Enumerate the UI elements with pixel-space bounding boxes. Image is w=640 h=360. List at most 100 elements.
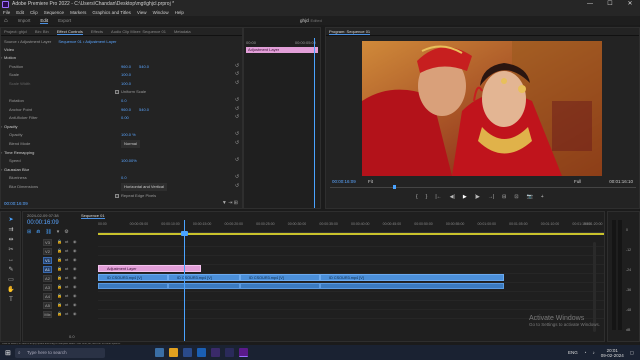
checkbox[interactable] [115, 90, 119, 95]
reset-parameter-icon[interactable]: ↺ [235, 80, 239, 88]
reset-parameter-icon[interactable]: ↺ [235, 140, 239, 148]
audio-clip-1[interactable] [98, 283, 168, 289]
playhead-handle[interactable] [181, 231, 188, 236]
photoshop-icon[interactable] [196, 348, 206, 357]
timeline-playhead[interactable] [184, 220, 185, 341]
selection-tool-icon[interactable]: ➤ [7, 216, 15, 224]
effect-row-uniform-scale[interactable]: Uniform Scale [1, 88, 244, 96]
source-label[interactable]: Source • Adjustment Layer Sequence 01 • … [4, 39, 116, 44]
ripple-edit-tool-icon[interactable]: ⇹ [7, 236, 15, 244]
track-header-a4[interactable]: A4 🔒 ⇄ ◉ [23, 292, 604, 301]
windows-start-icon[interactable]: ⊞ [5, 349, 11, 357]
reset-parameter-icon[interactable]: ↺ [235, 106, 239, 114]
video-clip-4[interactable]: ID CSOUR3.mp4 [V] [320, 274, 504, 281]
edge-icon[interactable] [182, 348, 192, 357]
menu-edit[interactable]: Edit [16, 9, 24, 16]
tab-effects[interactable]: Effects [91, 29, 103, 34]
effect-row-scale[interactable]: Scale 100.0 ↺ [1, 71, 244, 79]
effect-row-blur-dimensions[interactable]: Blur Dimensions Horizontal and Vertical ↺ [1, 183, 244, 191]
track-header-a1[interactable]: A1 🔒 ⇄ ◉ [23, 265, 604, 274]
param-value[interactable]: 0.0 [121, 174, 127, 182]
param-value-2[interactable]: 540.0 [139, 106, 149, 114]
eye-icon[interactable]: ◉ [73, 302, 77, 307]
tab-edit[interactable]: Edit [40, 18, 49, 24]
go-to-in-icon[interactable]: |← [435, 194, 441, 200]
tab-project[interactable]: Project: ghjcl [4, 29, 27, 34]
effect-row-anchor-point[interactable]: Anchor Point 960.0 540.0 ↺ [1, 106, 244, 114]
type-tool-icon[interactable]: T [7, 296, 15, 304]
audio-clip-3[interactable] [240, 283, 320, 289]
track-header-a5[interactable]: A5 🔒 ⇄ ◉ [23, 301, 604, 310]
reset-parameter-icon[interactable]: ↺ [235, 63, 239, 71]
dropdown-value[interactable]: Normal [121, 140, 140, 148]
effect-row-blend-mode[interactable]: Blend Mode Normal ↺ [1, 140, 244, 148]
ec-timecode[interactable]: 00:00:16:09 [4, 201, 28, 206]
track-header-a3[interactable]: A3 🔒 ⇄ ◉ [23, 283, 604, 292]
menu-markers[interactable]: Markers [70, 9, 86, 16]
lock-icon[interactable]: 🔒 [57, 239, 62, 244]
effect-row-time-remapping[interactable]: › Time Remapping [1, 149, 244, 157]
timeline-settings-icon[interactable]: ⚙ [64, 229, 68, 235]
sync-lock-icon[interactable]: ⇄ [65, 266, 68, 271]
eye-icon[interactable]: ◉ [73, 293, 77, 298]
reset-parameter-icon[interactable]: ↺ [235, 97, 239, 105]
lock-icon[interactable]: 🔒 [57, 266, 62, 271]
hand-tool-icon[interactable]: ✋ [7, 286, 15, 294]
tab-bin[interactable]: Bin: Bin [35, 29, 49, 34]
sync-lock-icon[interactable]: ⇄ [65, 284, 68, 289]
time-ruler[interactable]: 00:00 00:00:05:00 00:00:10:00 00:00:15:00 00… [98, 221, 604, 233]
effect-row-speed[interactable]: Speed 100.00% ↺ [1, 157, 244, 165]
effect-row-opacity[interactable]: › Opacity [1, 123, 244, 131]
file-explorer-icon[interactable] [168, 348, 178, 357]
eye-icon[interactable]: ◉ [73, 239, 77, 244]
ec-adjustment-clip[interactable]: Adjustment Layer [246, 47, 318, 53]
track-header-v1[interactable]: V1 🔒 ⇄ ◉ [23, 256, 604, 265]
param-value[interactable]: 960.0 [121, 106, 131, 114]
track-label[interactable]: V1 [43, 257, 52, 264]
effect-row-scale-width[interactable]: Scale Width 100.0 ↺ [1, 80, 244, 88]
task-view-icon[interactable] [154, 348, 164, 357]
effect-row-gaussian-blur[interactable]: › Gaussian Blur [1, 166, 244, 174]
video-clip-1[interactable]: ID CSOUR3.mp4 [V] [98, 274, 168, 281]
effect-controls-timeline[interactable]: 00:00 00:00:05:00 Adjustment Layer [243, 27, 321, 209]
effect-row-opacity[interactable]: Opacity 100.0 % ↺ [1, 131, 244, 139]
lock-icon[interactable]: 🔒 [57, 284, 62, 289]
track-label[interactable]: A5 [43, 302, 52, 309]
effect-row-motion[interactable]: › Motion [1, 54, 244, 62]
tab-export[interactable]: Export [58, 18, 71, 23]
program-scrub-bar[interactable] [330, 187, 636, 188]
zoom-select[interactable]: Fit [368, 179, 373, 184]
quality-select[interactable]: Full [574, 179, 581, 184]
param-value[interactable]: 100.0 % [121, 131, 136, 139]
rectangle-tool-icon[interactable]: ▭ [7, 276, 15, 284]
mark-out-icon[interactable]: } [426, 194, 428, 200]
param-value[interactable]: 100.00% [121, 157, 137, 165]
eye-icon[interactable]: ◉ [73, 275, 77, 280]
effect-row-anti-flicker-filter[interactable]: Anti-flicker Filter 0.00 ↺ [1, 114, 244, 122]
track-header-a2[interactable]: A2 🔒 ⇄ ◉ [23, 274, 604, 283]
checkbox[interactable] [115, 193, 119, 198]
eye-icon[interactable]: ◉ [73, 284, 77, 289]
track-label[interactable]: A2 [43, 275, 52, 282]
lock-icon[interactable]: 🔒 [57, 248, 62, 253]
notification-icon[interactable]: ▢ [630, 350, 634, 356]
menu-sequence[interactable]: Sequence [44, 9, 64, 16]
linked-selection-icon[interactable]: ⛓ [45, 229, 51, 235]
eye-icon[interactable]: ◉ [73, 257, 77, 262]
menu-help[interactable]: Help [175, 9, 184, 16]
camera-icon[interactable]: 📷 [527, 194, 533, 200]
track-label[interactable]: V2 [43, 248, 52, 255]
param-value[interactable]: 100.0 [121, 71, 131, 79]
lock-icon[interactable]: 🔒 [57, 257, 62, 262]
reset-parameter-icon[interactable]: ↺ [235, 157, 239, 165]
lock-icon[interactable]: 🔒 [57, 293, 62, 298]
slip-tool-icon[interactable]: ↔ [7, 256, 15, 264]
sync-lock-icon[interactable]: ⇄ [65, 239, 68, 244]
eye-icon[interactable]: ◉ [73, 266, 77, 271]
sync-lock-icon[interactable]: ⇄ [65, 257, 68, 262]
sequence-label[interactable]: Sequence 01 • Adjustment Layer [58, 39, 116, 44]
tab-audio-clip-mixer[interactable]: Audio Clip Mixer: Sequence 01 [111, 29, 166, 34]
wifi-icon[interactable]: ◔ [584, 350, 587, 355]
reset-parameter-icon[interactable]: ↺ [235, 114, 239, 122]
expand-chevron-icon[interactable]: › [1, 123, 2, 131]
